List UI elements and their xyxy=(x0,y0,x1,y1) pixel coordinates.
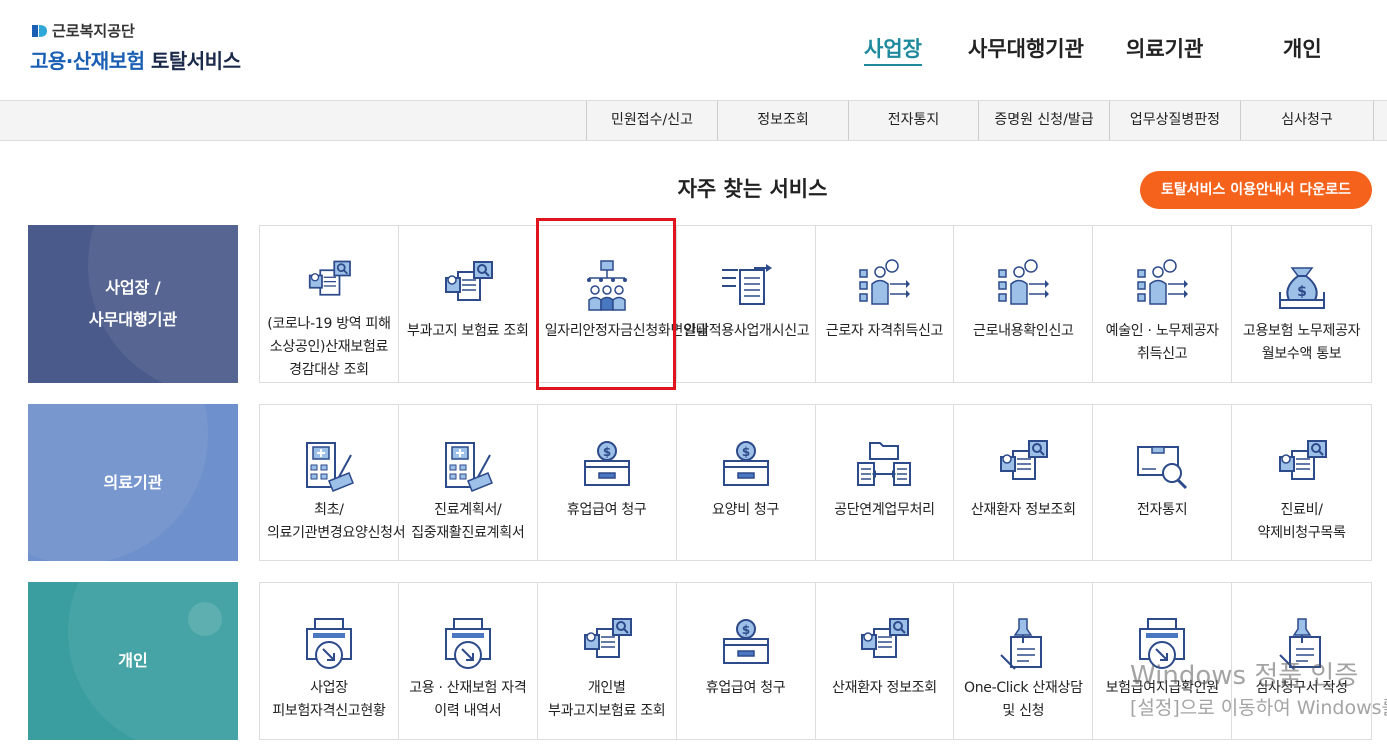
service-tile[interactable]: 공단연계업무처리 xyxy=(816,405,955,560)
service-tile-label: 부과고지 보험료 조회 xyxy=(407,323,529,339)
service-tile-label: 전자통지 xyxy=(1137,502,1188,518)
printer-download-icon xyxy=(444,618,491,669)
service-grid-business: (코로나-19 방역 피해 소상공인)산재보험료 경감대상 조회 부과고지 보험… xyxy=(259,225,1372,383)
service-tile[interactable]: 일괄적용사업개시신고 xyxy=(677,226,816,382)
sub-nav-complaint[interactable]: 민원접수/신고 xyxy=(586,101,717,140)
search-document-icon xyxy=(444,261,493,301)
service-tile[interactable]: 심사청구서 작성 xyxy=(1232,583,1371,739)
header: 근로복지공단 고용·산재보험 토탈서비스 사업장 사무대행기관 의료기관 개인 xyxy=(0,0,1387,100)
service-tile-label: 예술인 · 노무제공자 취득신고 xyxy=(1105,323,1219,362)
service-tile[interactable]: 산재환자 정보조회 xyxy=(816,583,955,739)
service-tile-label: 최초/의료기관변경요양신청서 xyxy=(266,502,406,541)
service-tile-label: 보험급여지급확인원 xyxy=(1105,680,1220,696)
search-document-icon xyxy=(1000,440,1049,480)
search-document-icon xyxy=(583,618,632,658)
sub-nav-notice[interactable]: 전자통지 xyxy=(848,101,978,140)
search-document-icon xyxy=(1278,440,1327,480)
service-tile-label: 진료계획서/집중재활진료계획서 xyxy=(411,502,525,541)
service-tile-label: 개인별 부과고지보험료 조회 xyxy=(548,680,666,719)
service-tile-label: 휴업급여 청구 xyxy=(705,680,786,696)
service-tile-label: 산재환자 정보조회 xyxy=(970,502,1076,518)
printer-download-icon xyxy=(305,618,352,669)
service-tile[interactable]: 보험급여지급확인원 xyxy=(1093,583,1233,739)
service-tile[interactable]: $ 요양비 청구 xyxy=(677,405,816,560)
service-tile[interactable]: $ 휴업급여 청구 xyxy=(538,405,677,560)
service-tile[interactable]: 전자통지 xyxy=(1093,405,1233,560)
service-tile-label: 근로내용확인신고 xyxy=(972,323,1074,339)
pin-document-icon xyxy=(1278,618,1321,670)
hospital-form-icon xyxy=(305,442,354,492)
service-tile-label: 사업장 피보험자격신고현황 xyxy=(272,680,386,719)
service-tile[interactable]: 진료비/약제비청구목록 xyxy=(1232,405,1371,560)
service-tile[interactable]: 개인별 부과고지보험료 조회 xyxy=(538,583,677,739)
worker-checklist-icon xyxy=(998,259,1050,305)
search-document-icon xyxy=(861,618,910,658)
service-tile[interactable]: 진료계획서/집중재활진료계획서 xyxy=(399,405,538,560)
service-tile[interactable]: 부과고지 보험료 조회 xyxy=(399,226,538,382)
money-bag-icon: $ xyxy=(1278,267,1325,309)
category-business-label: 사업장 / 사무대행기관 xyxy=(88,278,178,329)
pin-document-icon xyxy=(1000,618,1043,670)
sub-nav-disease[interactable]: 업무상질병판정 xyxy=(1109,101,1240,140)
coin-box-icon: $ xyxy=(722,441,769,486)
coin-box-icon: $ xyxy=(722,619,769,664)
service-tile-label: 일자리안정자금신청화면안내 xyxy=(544,323,709,339)
hospital-form-icon xyxy=(444,442,493,492)
service-tile-label: 요양비 청구 xyxy=(712,502,780,518)
service-tile-label: One-Click 산재상담 및 신청 xyxy=(963,680,1083,719)
service-tile-label: 공단연계업무처리 xyxy=(834,502,935,518)
category-personal-label: 개인 xyxy=(118,651,148,670)
category-business: 사업장 / 사무대행기관 xyxy=(28,225,238,383)
category-medical-label: 의료기관 xyxy=(103,472,163,492)
service-tile-label: 고용 · 산재보험 자격 이력 내역서 xyxy=(409,680,527,719)
service-tile-label: 심사청구서 작성 xyxy=(1255,680,1348,696)
sub-nav-review[interactable]: 심사청구 xyxy=(1240,101,1374,140)
service-tile[interactable]: 사업장 피보험자격신고현황 xyxy=(260,583,399,739)
service-tile[interactable]: One-Click 산재상담 및 신청 xyxy=(954,583,1094,739)
category-personal: 개인 xyxy=(28,582,238,740)
service-tile-label: 근로자 자격취득신고 xyxy=(825,323,944,339)
printer-download-icon xyxy=(1139,618,1186,669)
service-tile[interactable]: 근로내용확인신고 xyxy=(954,226,1094,382)
service-tile[interactable]: (코로나-19 방역 피해 소상공인)산재보험료 경감대상 조회 xyxy=(260,226,399,382)
sub-nav-info[interactable]: 정보조회 xyxy=(717,101,848,140)
document-transfer-icon xyxy=(721,264,772,305)
main-nav-personal[interactable]: 개인 xyxy=(1283,33,1322,63)
service-grid-medical: 최초/의료기관변경요양신청서 진료계획서/집중재활진료계획서 $ 휴업급여 청구… xyxy=(259,404,1372,561)
service-tile[interactable]: 근로자 자격취득신고 xyxy=(816,226,955,382)
category-medical: 의료기관 xyxy=(28,404,238,561)
svg-text:$: $ xyxy=(603,445,611,459)
service-tile[interactable]: $ 휴업급여 청구 xyxy=(677,583,816,739)
coin-box-icon: $ xyxy=(583,441,630,486)
service-tile-label: 산재환자 정보조회 xyxy=(832,680,937,696)
service-tile[interactable]: 예술인 · 노무제공자 취득신고 xyxy=(1093,226,1233,382)
service-tile-label: 진료비/약제비청구목록 xyxy=(1257,502,1346,541)
worker-checklist-icon xyxy=(859,259,911,305)
service-tile-label: 휴업급여 청구 xyxy=(566,502,647,518)
svg-text:$: $ xyxy=(741,445,749,459)
mail-search-icon xyxy=(1137,446,1188,490)
main-nav: 사업장 사무대행기관 의료기관 개인 xyxy=(0,33,1387,66)
svg-text:$: $ xyxy=(1297,284,1307,300)
org-chart-people-icon xyxy=(586,260,627,311)
service-tile[interactable]: 산재환자 정보조회 xyxy=(954,405,1094,560)
main-nav-agency[interactable]: 사무대행기관 xyxy=(968,33,1084,63)
main-nav-medical[interactable]: 의료기관 xyxy=(1126,33,1203,63)
sub-nav-certificate[interactable]: 증명원 신청/발급 xyxy=(978,101,1109,140)
service-tile[interactable]: $ 고용보험 노무제공자 월보수액 통보 xyxy=(1232,226,1371,382)
service-tile[interactable]: 고용 · 산재보험 자격 이력 내역서 xyxy=(399,583,538,739)
worker-checklist-icon xyxy=(1137,259,1189,305)
guide-download-button[interactable]: 토탈서비스 이용안내서 다운로드 xyxy=(1140,171,1372,209)
service-tile-label: 일괄적용사업개시신고 xyxy=(683,323,810,339)
service-tile-label: (코로나-19 방역 피해 소상공인)산재보험료 경감대상 조회 xyxy=(267,316,391,378)
service-tile[interactable]: 최초/의료기관변경요양신청서 xyxy=(260,405,406,560)
service-tile-label: 고용보험 노무제공자 월보수액 통보 xyxy=(1242,323,1361,362)
folder-exchange-icon xyxy=(857,442,912,486)
svg-text:$: $ xyxy=(741,623,749,637)
sub-nav: 민원접수/신고 정보조회 전자통지 증명원 신청/발급 업무상질병판정 심사청구 xyxy=(0,100,1387,141)
search-document-icon xyxy=(308,260,351,296)
service-grid-personal: 사업장 피보험자격신고현황 고용 · 산재보험 자격 이력 내역서 개인별 부과… xyxy=(259,582,1372,740)
service-tile[interactable]: 일자리안정자금신청화면안내 xyxy=(538,226,709,382)
main-nav-business[interactable]: 사업장 xyxy=(864,33,922,66)
